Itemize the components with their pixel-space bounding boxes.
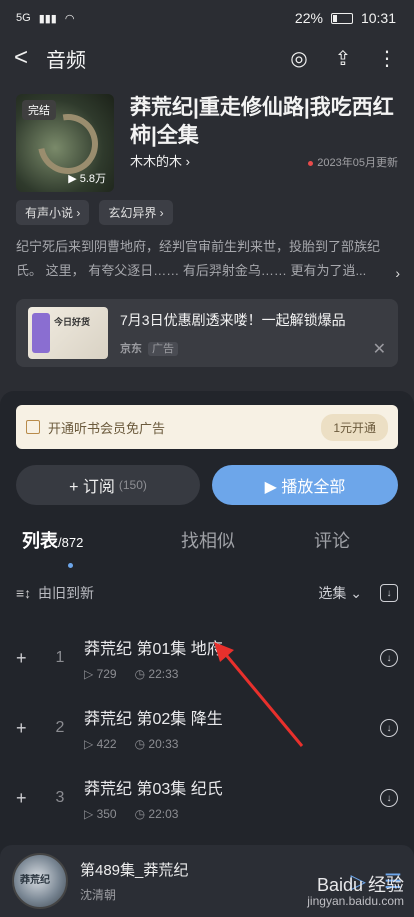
battery-icon bbox=[330, 12, 353, 24]
tab-similar[interactable]: 找相似 bbox=[146, 527, 270, 561]
target-icon[interactable]: ◎ bbox=[286, 45, 312, 71]
clock: 10:31 bbox=[360, 10, 396, 26]
ad-image-text: 今日好货 bbox=[54, 317, 91, 327]
ad-banner[interactable]: 今日好货 7月3日优惠剧透来喽！一起解锁爆品 京东 广告 ✕ bbox=[16, 299, 398, 367]
sort-order[interactable]: 由旧到新 bbox=[38, 583, 94, 603]
vip-open-button[interactable]: 1元开通 bbox=[321, 413, 388, 441]
download-icon[interactable]: ↓ bbox=[380, 789, 398, 807]
battery-percent: 22% bbox=[294, 10, 323, 26]
download-all-icon[interactable]: ↓ bbox=[380, 584, 398, 602]
play-count: ▷ 422 bbox=[84, 737, 117, 751]
list-item[interactable]: + 2 莽荒纪 第02集 降生 ▷ 422 ◷ 20:33 ↓ bbox=[0, 693, 414, 763]
status-bar: 5G ▮▮▮ ◠ 22% 10:31 bbox=[0, 0, 414, 36]
list-item[interactable]: + 3 莽荒纪 第03集 纪氏 ▷ 350 ◷ 22:03 ↓ bbox=[0, 763, 414, 833]
episode-title: 莽荒纪 第01集 地府 bbox=[84, 641, 223, 658]
tab-list[interactable]: 列表/872 bbox=[20, 527, 146, 568]
episode-list: + 1 莽荒纪 第01集 地府 ▷ 729 ◷ 22:33 ↓ + 2 莽荒纪 第… bbox=[0, 623, 414, 833]
album-cover[interactable]: 完结 ▶ 5.8万 bbox=[16, 94, 114, 192]
tab-list-label: 列表 bbox=[22, 531, 58, 551]
network-label: 5G bbox=[16, 12, 31, 24]
episode-sheet: 开通听书会员免广告 1元开通 + 订阅 (150) ▶ 播放全部 列表/872 … bbox=[0, 391, 414, 917]
episode-title: 莽荒纪 第02集 降生 bbox=[84, 711, 223, 728]
subscribe-label: + 订阅 bbox=[69, 479, 115, 496]
phone-image bbox=[32, 313, 50, 353]
duration: ◷ 22:33 bbox=[134, 667, 179, 681]
album-description[interactable]: 纪宁死后来到阴曹地府，经判官审前生判来世，投胎到了部族纪氏。 这里， 有夸父逐日… bbox=[0, 225, 414, 289]
update-date-text: 2023年05月更新 bbox=[317, 157, 398, 169]
cover-play-count: ▶ 5.8万 bbox=[68, 173, 106, 185]
ad-title: 7月3日优惠剧透来喽！一起解锁爆品 bbox=[120, 312, 346, 328]
play-all-button[interactable]: ▶ 播放全部 bbox=[212, 465, 398, 505]
more-icon[interactable]: ⋮ bbox=[374, 45, 400, 71]
watermark-url: jingyan.baidu.com bbox=[307, 894, 404, 908]
episode-number: 2 bbox=[55, 719, 65, 736]
wifi-icon: ◠ bbox=[64, 12, 75, 25]
tag-audio-novel[interactable]: 有声小说 › bbox=[16, 200, 90, 225]
download-icon[interactable]: ↓ bbox=[380, 719, 398, 737]
sort-bar: ≡↕ 由旧到新 选集 ⌄ ↓ bbox=[0, 577, 414, 609]
tag-fantasy[interactable]: 玄幻异界 › bbox=[99, 200, 173, 225]
episode-title: 莽荒纪 第03集 纪氏 bbox=[84, 781, 223, 798]
tab-bar: 列表/872 找相似 评论 bbox=[0, 527, 414, 568]
list-item[interactable]: + 1 莽荒纪 第01集 地府 ▷ 729 ◷ 22:33 ↓ bbox=[0, 623, 414, 693]
update-dot-icon bbox=[308, 160, 314, 166]
tag-list: 有声小说 › 玄幻异界 › bbox=[0, 192, 414, 225]
vip-text: 开通听书会员免广告 bbox=[48, 420, 166, 436]
add-icon[interactable]: + bbox=[16, 788, 36, 809]
signal-icon: ▮▮▮ bbox=[38, 12, 57, 25]
ad-source-line: 京东 广告 bbox=[120, 340, 386, 356]
ad-tag: 广告 bbox=[148, 342, 178, 356]
update-date: 2023年05月更新 bbox=[308, 154, 398, 170]
album-header: 完结 ▶ 5.8万 莽荒纪|重走修仙路|我吃西红柿|全集 木木的木 › 2023… bbox=[0, 80, 414, 192]
vip-icon bbox=[26, 420, 40, 434]
watermark: Baidu 经验 jingyan.baidu.com bbox=[307, 875, 404, 909]
select-episodes-button[interactable]: 选集 ⌄ bbox=[318, 583, 362, 603]
play-count: ▷ 350 bbox=[84, 807, 117, 821]
episode-number: 3 bbox=[55, 789, 65, 806]
download-icon[interactable]: ↓ bbox=[380, 649, 398, 667]
description-text: 纪宁死后来到阴曹地府，经判官审前生判来世，投胎到了部族纪氏。 这里， 有夸父逐日… bbox=[16, 239, 381, 278]
tab-list-count: /872 bbox=[58, 535, 84, 550]
add-icon[interactable]: + bbox=[16, 648, 36, 669]
author-link[interactable]: 木木的木 › bbox=[130, 151, 190, 170]
vip-banner[interactable]: 开通听书会员免广告 1元开通 bbox=[16, 405, 398, 449]
play-count: ▷ 729 bbox=[84, 667, 117, 681]
sort-icon[interactable]: ≡↕ bbox=[16, 585, 32, 601]
duration: ◷ 20:33 bbox=[134, 737, 179, 751]
subscribe-count: (150) bbox=[118, 478, 147, 492]
ad-image: 今日好货 bbox=[28, 307, 108, 359]
ad-source: 京东 bbox=[120, 343, 142, 355]
share-icon[interactable]: ⇪ bbox=[330, 45, 356, 71]
close-icon[interactable]: ✕ bbox=[373, 339, 386, 359]
page-title: 音频 bbox=[46, 49, 86, 72]
chevron-right-icon[interactable]: › bbox=[395, 261, 400, 285]
tab-comments[interactable]: 评论 bbox=[270, 527, 394, 561]
watermark-logo: Baidu 经验 bbox=[316, 875, 404, 895]
back-button[interactable]: < bbox=[14, 44, 46, 72]
completed-badge: 完结 bbox=[22, 100, 56, 120]
add-icon[interactable]: + bbox=[16, 718, 36, 739]
player-cover-text: 莽荒纪 bbox=[20, 875, 50, 886]
top-bar: < 音频 ◎ ⇪ ⋮ bbox=[0, 36, 414, 80]
duration: ◷ 22:03 bbox=[134, 807, 179, 821]
player-cover[interactable]: 莽荒纪 bbox=[12, 853, 68, 909]
signal-indicators: 5G ▮▮▮ ◠ bbox=[16, 12, 74, 25]
album-title: 莽荒纪|重走修仙路|我吃西红柿|全集 bbox=[130, 96, 394, 147]
subscribe-button[interactable]: + 订阅 (150) bbox=[16, 465, 200, 505]
episode-number: 1 bbox=[55, 649, 65, 666]
